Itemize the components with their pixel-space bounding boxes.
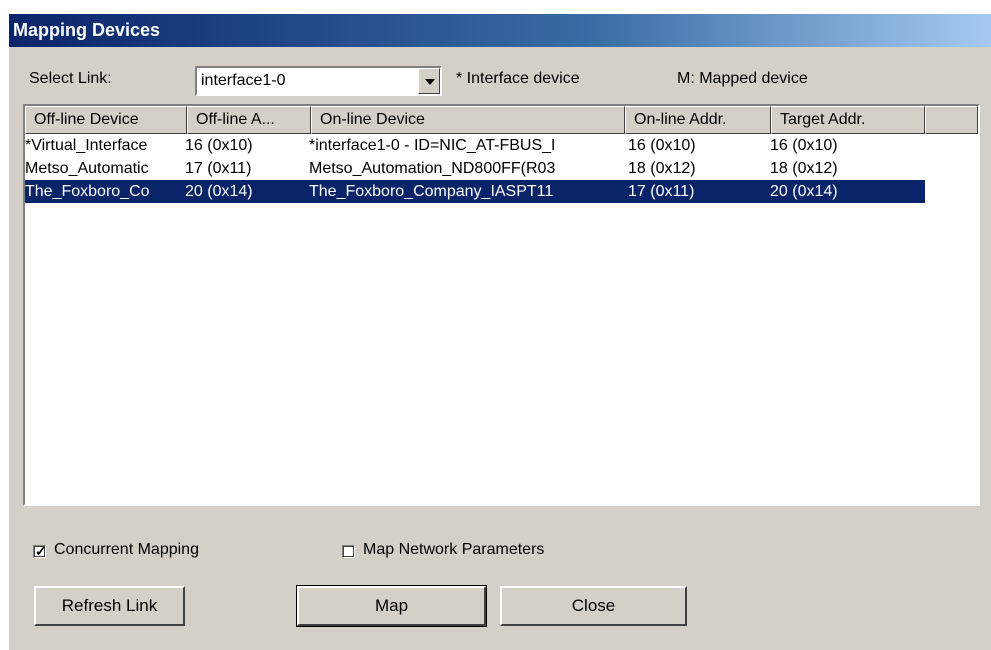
- mapping-devices-dialog: Mapping Devices Select Link: interface1-…: [8, 13, 991, 650]
- online-addr-cell: 17 (0x11): [628, 183, 695, 200]
- table-row[interactable]: Metso_Automatic 17 (0x11) Metso_Automati…: [25, 157, 925, 180]
- online-device-cell: *interface1-0 - ID=NIC_AT-FBUS_I: [309, 137, 556, 154]
- column-header-online-device[interactable]: On-line Device: [311, 106, 625, 134]
- offline-device-cell: The_Foxboro_Co: [25, 183, 150, 200]
- dropdown-button[interactable]: [418, 68, 440, 94]
- check-mark-icon: ✓: [35, 543, 47, 559]
- offline-device-cell: *Virtual_Interface: [25, 137, 148, 154]
- mapped-device-legend: M: Mapped device: [677, 70, 808, 87]
- column-header-offline-device[interactable]: Off-line Device: [25, 106, 187, 134]
- dialog-title: Mapping Devices: [9, 14, 991, 47]
- map-button[interactable]: Map: [296, 585, 487, 627]
- online-device-cell: The_Foxboro_Company_IASPT11: [309, 183, 554, 200]
- map-network-parameters-label[interactable]: Map Network Parameters: [363, 541, 544, 559]
- column-header-offline-addr[interactable]: Off-line A...: [187, 106, 311, 134]
- chevron-down-icon: [425, 79, 435, 85]
- interface-device-legend: * Interface device: [456, 70, 580, 87]
- target-addr-cell: 16 (0x10): [770, 137, 838, 154]
- target-addr-cell: 18 (0x12): [770, 160, 838, 177]
- concurrent-mapping-label[interactable]: Concurrent Mapping: [54, 541, 199, 559]
- target-addr-cell: 20 (0x14): [770, 183, 838, 200]
- select-link-value: interface1-0: [201, 72, 286, 89]
- table-row[interactable]: *Virtual_Interface 16 (0x10) *interface1…: [25, 134, 925, 157]
- map-network-parameters-checkbox[interactable]: [342, 545, 355, 558]
- offline-addr-cell: 17 (0x11): [185, 160, 252, 177]
- column-header-online-addr[interactable]: On-line Addr.: [625, 106, 771, 134]
- device-list[interactable]: Off-line Device Off-line A... On-line De…: [23, 104, 980, 506]
- close-button[interactable]: Close: [500, 586, 687, 626]
- offline-addr-cell: 20 (0x14): [185, 183, 253, 200]
- online-device-cell: Metso_Automation_ND800FF(R03: [309, 160, 556, 177]
- table-row-selected[interactable]: The_Foxboro_Co 20 (0x14) The_Foxboro_Com…: [25, 180, 925, 203]
- concurrent-mapping-checkbox[interactable]: ✓: [33, 543, 47, 559]
- online-addr-cell: 18 (0x12): [628, 160, 696, 177]
- offline-addr-cell: 16 (0x10): [185, 137, 253, 154]
- column-header-target-addr[interactable]: Target Addr.: [771, 106, 925, 134]
- refresh-link-button[interactable]: Refresh Link: [34, 586, 185, 626]
- select-link-dropdown[interactable]: interface1-0: [195, 66, 442, 96]
- select-link-label: Select Link:: [29, 70, 112, 87]
- column-header-filler: [925, 106, 978, 134]
- offline-device-cell: Metso_Automatic: [25, 160, 149, 177]
- online-addr-cell: 16 (0x10): [628, 137, 696, 154]
